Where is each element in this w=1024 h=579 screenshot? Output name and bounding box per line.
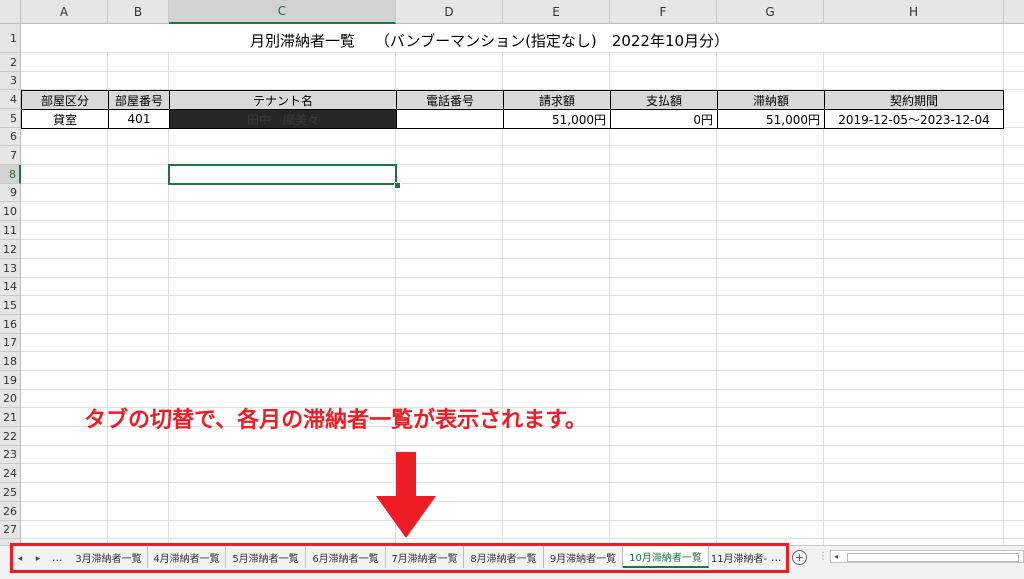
grid-line [21,520,1024,521]
row-header-25[interactable]: 25 [0,483,21,502]
tab-more-right-button[interactable]: ... [771,546,782,568]
grid-line [21,501,1024,502]
row-header-12[interactable]: 12 [0,240,21,259]
add-sheet-icon[interactable]: + [792,550,807,565]
grid-line [21,463,1024,464]
cell-tenant-name[interactable]: 田中 摩美々 [169,109,397,129]
header-paid[interactable]: 支払額 [610,90,718,110]
tab-more-left-button[interactable]: ... [52,546,63,568]
column-header-c[interactable]: C [169,0,396,24]
grid-line [21,277,1024,278]
cell-overdue[interactable]: 51,000円 [717,109,825,129]
header-room-type[interactable]: 部屋区分 [21,90,109,110]
header-overdue[interactable]: 滞納額 [717,90,825,110]
row-header-6[interactable]: 6 [0,128,21,146]
column-header-f[interactable]: F [610,0,717,24]
row-header-11[interactable]: 11 [0,221,21,240]
tab-september[interactable]: 9月滞納者一覧 [544,546,623,568]
grid-line [21,258,1024,259]
tab-november[interactable]: 11月滞納者- [709,546,769,568]
column-header-a[interactable]: A [21,0,108,24]
tab-scroll-prev-button[interactable]: ◂ [14,552,26,566]
grid-line [21,538,1024,539]
row-header-27[interactable]: 27 [0,521,21,539]
row-header-10[interactable]: 10 [0,202,21,221]
cell-room-type[interactable]: 貸室 [21,109,109,129]
splitter-handle-icon[interactable]: ⋮ [818,551,828,562]
row-header-7[interactable]: 7 [0,146,21,165]
cell-room-number[interactable]: 401 [108,109,170,129]
cell-phone[interactable] [396,109,504,129]
cell-contract-period[interactable]: 2019-12-05～2023-12-04 [824,109,1004,129]
scrollbar-thumb[interactable] [847,553,1019,562]
column-header-e[interactable]: E [503,0,610,24]
tab-may[interactable]: 5月滞納者一覧 [226,546,306,568]
header-room-number[interactable]: 部屋番号 [108,90,170,110]
grid-line [21,71,1024,72]
row-header-23[interactable]: 23 [0,446,21,464]
grid-line [21,370,1024,371]
grid-line [21,333,1024,334]
column-header-next[interactable] [1004,0,1024,24]
header-phone[interactable]: 電話番号 [396,90,504,110]
tab-october[interactable]: 10月滞納者一覧 [623,546,709,568]
tab-scroll-next-button[interactable]: ▸ [32,552,44,566]
annotation-text: タブの切替で、各月の滞納者一覧が表示されます。 [84,408,587,433]
grid-line [21,482,1024,483]
scroll-left-icon[interactable]: ◂ [834,552,838,561]
row-header-16[interactable]: 16 [0,315,21,334]
tab-march[interactable]: 3月滞納者一覧 [70,546,148,568]
select-all-corner[interactable] [0,0,21,24]
fill-handle[interactable] [394,182,401,189]
arrow-down-icon [376,452,436,538]
column-header-g[interactable]: G [717,0,824,24]
row-header-2[interactable]: 2 [0,53,21,72]
tab-june[interactable]: 6月滞納者一覧 [306,546,386,568]
tab-august[interactable]: 8月滞納者一覧 [464,546,544,568]
row-header-9[interactable]: 9 [0,184,21,202]
row-header-1[interactable]: 1 [0,24,21,53]
cell-paid[interactable]: 0円 [610,109,718,129]
row-header-15[interactable]: 15 [0,296,21,315]
tab-july[interactable]: 7月滞納者一覧 [386,546,464,568]
grid-line [21,445,1024,446]
row-header-8[interactable]: 8 [0,165,21,184]
active-cell-selection[interactable] [168,164,397,185]
grid-line [21,295,1024,296]
grid-line [21,201,1024,202]
sheet-title: 月別滞納者一覧 （バンブーマンション(指定なし) 2022年10月分） [250,31,730,50]
header-billed[interactable]: 請求額 [503,90,611,110]
row-header-21[interactable]: 21 [0,408,21,427]
column-header-b[interactable]: B [108,0,169,24]
row-header-26[interactable]: 26 [0,502,21,521]
horizontal-scrollbar[interactable]: ◂ [830,550,1024,563]
column-header-d[interactable]: D [396,0,503,24]
grid-line [21,220,1024,221]
row-header-5[interactable]: 5 [0,109,21,128]
row-header-20[interactable]: 20 [0,390,21,408]
row-header-19[interactable]: 19 [0,371,21,390]
grid-line [21,389,1024,390]
grid-line [21,145,1024,146]
row-header-24[interactable]: 24 [0,464,21,483]
grid-line [21,351,1024,352]
row-header-18[interactable]: 18 [0,352,21,371]
column-header-h[interactable]: H [824,0,1004,24]
header-tenant-name[interactable]: テナント名 [169,90,397,110]
row-header-4[interactable]: 4 [0,90,21,109]
row-header-13[interactable]: 13 [0,259,21,278]
grid-line [21,239,1024,240]
header-contract-period[interactable]: 契約期間 [824,90,1004,110]
tab-april[interactable]: 4月滞納者一覧 [148,546,226,568]
spreadsheet-grid[interactable]: A B C D E F G H 1 2 3 4 5 6 7 8 9 10 11 … [0,0,1024,545]
row-header-3[interactable]: 3 [0,72,21,90]
grid-line [21,314,1024,315]
row-header-22[interactable]: 22 [0,427,21,446]
cell-billed[interactable]: 51,000円 [503,109,611,129]
row-header-14[interactable]: 14 [0,278,21,296]
row-header-17[interactable]: 17 [0,334,21,352]
grid-line [21,52,1024,53]
